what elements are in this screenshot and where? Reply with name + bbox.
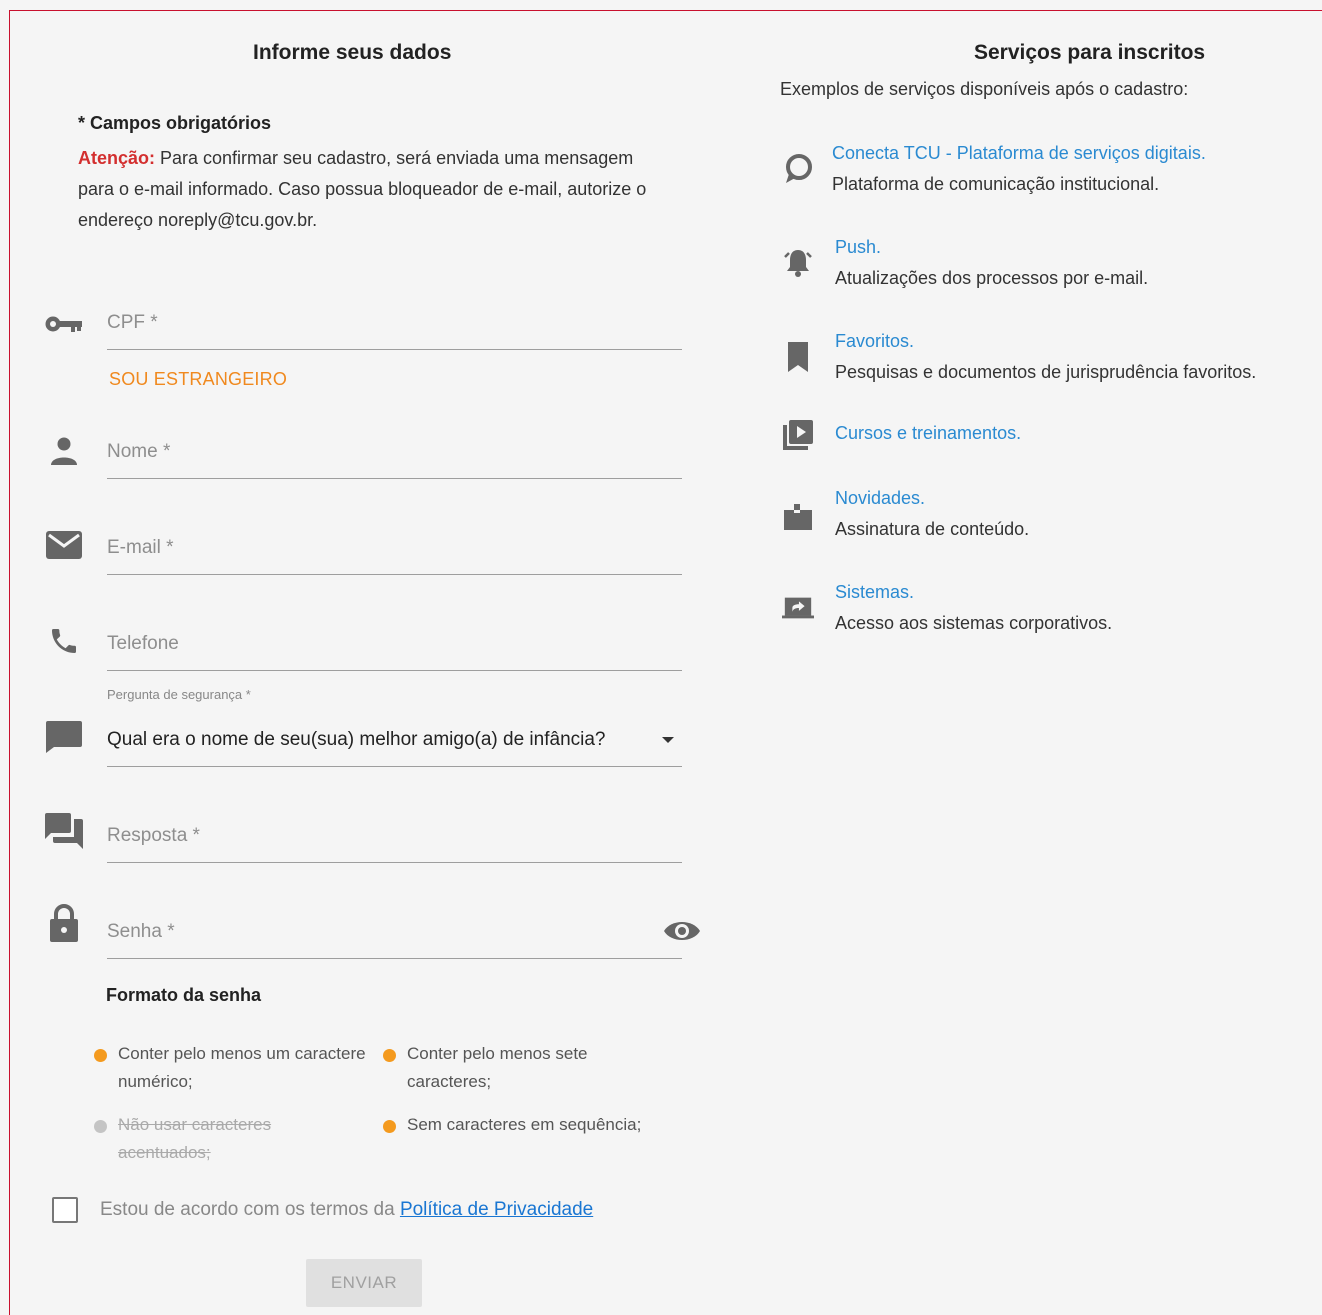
dropdown-arrow-icon <box>662 737 674 743</box>
name-field: Nome * <box>10 427 730 487</box>
lock-icon <box>44 904 84 942</box>
form-title: Informe seus dados <box>253 41 452 64</box>
chat-icon <box>44 719 84 755</box>
email-field: E-mail * <box>10 523 730 583</box>
password-rule-sequence: Sem caracteres em sequência; <box>383 1111 663 1139</box>
service-title[interactable]: Push. <box>835 237 881 258</box>
privacy-policy-link[interactable]: Política de Privacidade <box>400 1199 593 1220</box>
chat-bubble-icon <box>782 153 814 185</box>
service-title[interactable]: Cursos e treinamentos. <box>835 423 1021 444</box>
attention-message: Atenção: Para confirmar seu cadastro, se… <box>78 143 668 236</box>
page-frame: Informe seus dados * Campos obrigatórios… <box>9 10 1322 1315</box>
password-rule-length: Conter pelo menos sete caracteres; <box>383 1040 663 1096</box>
rule-status-dot <box>94 1120 107 1133</box>
name-input[interactable]: Nome * <box>107 427 682 479</box>
rule-status-dot <box>94 1049 107 1062</box>
submit-button[interactable]: ENVIAR <box>306 1259 422 1307</box>
service-description: Acesso aos sistemas corporativos. <box>835 613 1113 633</box>
cpf-input[interactable]: CPF * <box>107 298 682 350</box>
password-rule-accents: Não usar caracteres acentuados; <box>94 1111 334 1167</box>
password-field: Senha * <box>10 904 730 967</box>
answer-input[interactable]: Resposta * <box>107 811 682 863</box>
required-fields-note: * Campos obrigatórios <box>78 113 272 133</box>
security-question-field: Qual era o nome de seu(sua) melhor amigo… <box>10 715 730 775</box>
service-description: Atualizações dos processos por e-mail. <box>835 268 1149 288</box>
cpf-placeholder: CPF * <box>107 312 158 333</box>
phone-placeholder: Telefone <box>107 633 179 654</box>
service-title[interactable]: Sistemas. <box>835 582 914 603</box>
systems-icon <box>782 592 814 624</box>
service-description: Plataforma de comunicação institucional. <box>832 174 1160 194</box>
registration-form: Informe seus dados * Campos obrigatórios… <box>10 11 730 1315</box>
phone-field: Telefone <box>10 619 730 679</box>
security-question-label: Pergunta de segurança * <box>107 687 251 702</box>
rule-status-dot <box>383 1049 396 1062</box>
password-input[interactable]: Senha * <box>107 907 682 959</box>
services-panel: Serviços para inscritos Exemplos de serv… <box>780 11 1322 1315</box>
rule-status-dot <box>383 1120 396 1133</box>
phone-icon <box>44 623 84 659</box>
privacy-agreement-text: Estou de acordo com os termos da <box>100 1199 400 1220</box>
service-description: Pesquisas e documentos de jurisprudência… <box>835 362 1257 382</box>
email-input[interactable]: E-mail * <box>107 523 682 575</box>
security-question-select[interactable]: Qual era o nome de seu(sua) melhor amigo… <box>107 715 682 767</box>
name-placeholder: Nome * <box>107 441 171 462</box>
services-title: Serviços para inscritos <box>974 41 1206 64</box>
key-icon <box>44 306 84 342</box>
password-placeholder: Senha * <box>107 921 175 942</box>
answer-field: Resposta * <box>10 811 730 871</box>
privacy-checkbox[interactable] <box>52 1197 78 1223</box>
forum-icon <box>44 813 84 849</box>
service-title[interactable]: Novidades. <box>835 488 925 509</box>
video-library-icon <box>782 419 814 451</box>
service-title[interactable]: Conecta TCU - Plataforma de serviços dig… <box>832 143 1206 164</box>
email-placeholder: E-mail * <box>107 537 174 558</box>
news-icon <box>782 500 814 532</box>
person-icon <box>44 433 84 469</box>
cpf-field: CPF * <box>10 298 730 358</box>
bookmark-icon <box>782 341 814 373</box>
show-password-eye-icon[interactable] <box>662 916 702 946</box>
service-description: Assinatura de conteúdo. <box>835 519 1030 539</box>
password-format-title: Formato da senha <box>106 985 262 1005</box>
services-intro: Exemplos de serviços disponíveis após o … <box>780 79 1189 99</box>
service-title[interactable]: Favoritos. <box>835 331 914 352</box>
privacy-agreement: Estou de acordo com os termos da Polític… <box>52 1197 593 1223</box>
envelope-icon <box>44 527 84 563</box>
phone-input[interactable]: Telefone <box>107 619 682 671</box>
bell-icon <box>782 247 814 279</box>
answer-placeholder: Resposta * <box>107 825 200 846</box>
attention-text: Para confirmar seu cadastro, será enviad… <box>78 148 647 230</box>
foreign-user-link[interactable]: SOU ESTRANGEIRO <box>109 369 287 390</box>
attention-label: Atenção: <box>78 148 156 168</box>
password-rule-numeric: Conter pelo menos um caractere numérico; <box>94 1040 374 1096</box>
security-question-value: Qual era o nome de seu(sua) melhor amigo… <box>107 729 606 750</box>
